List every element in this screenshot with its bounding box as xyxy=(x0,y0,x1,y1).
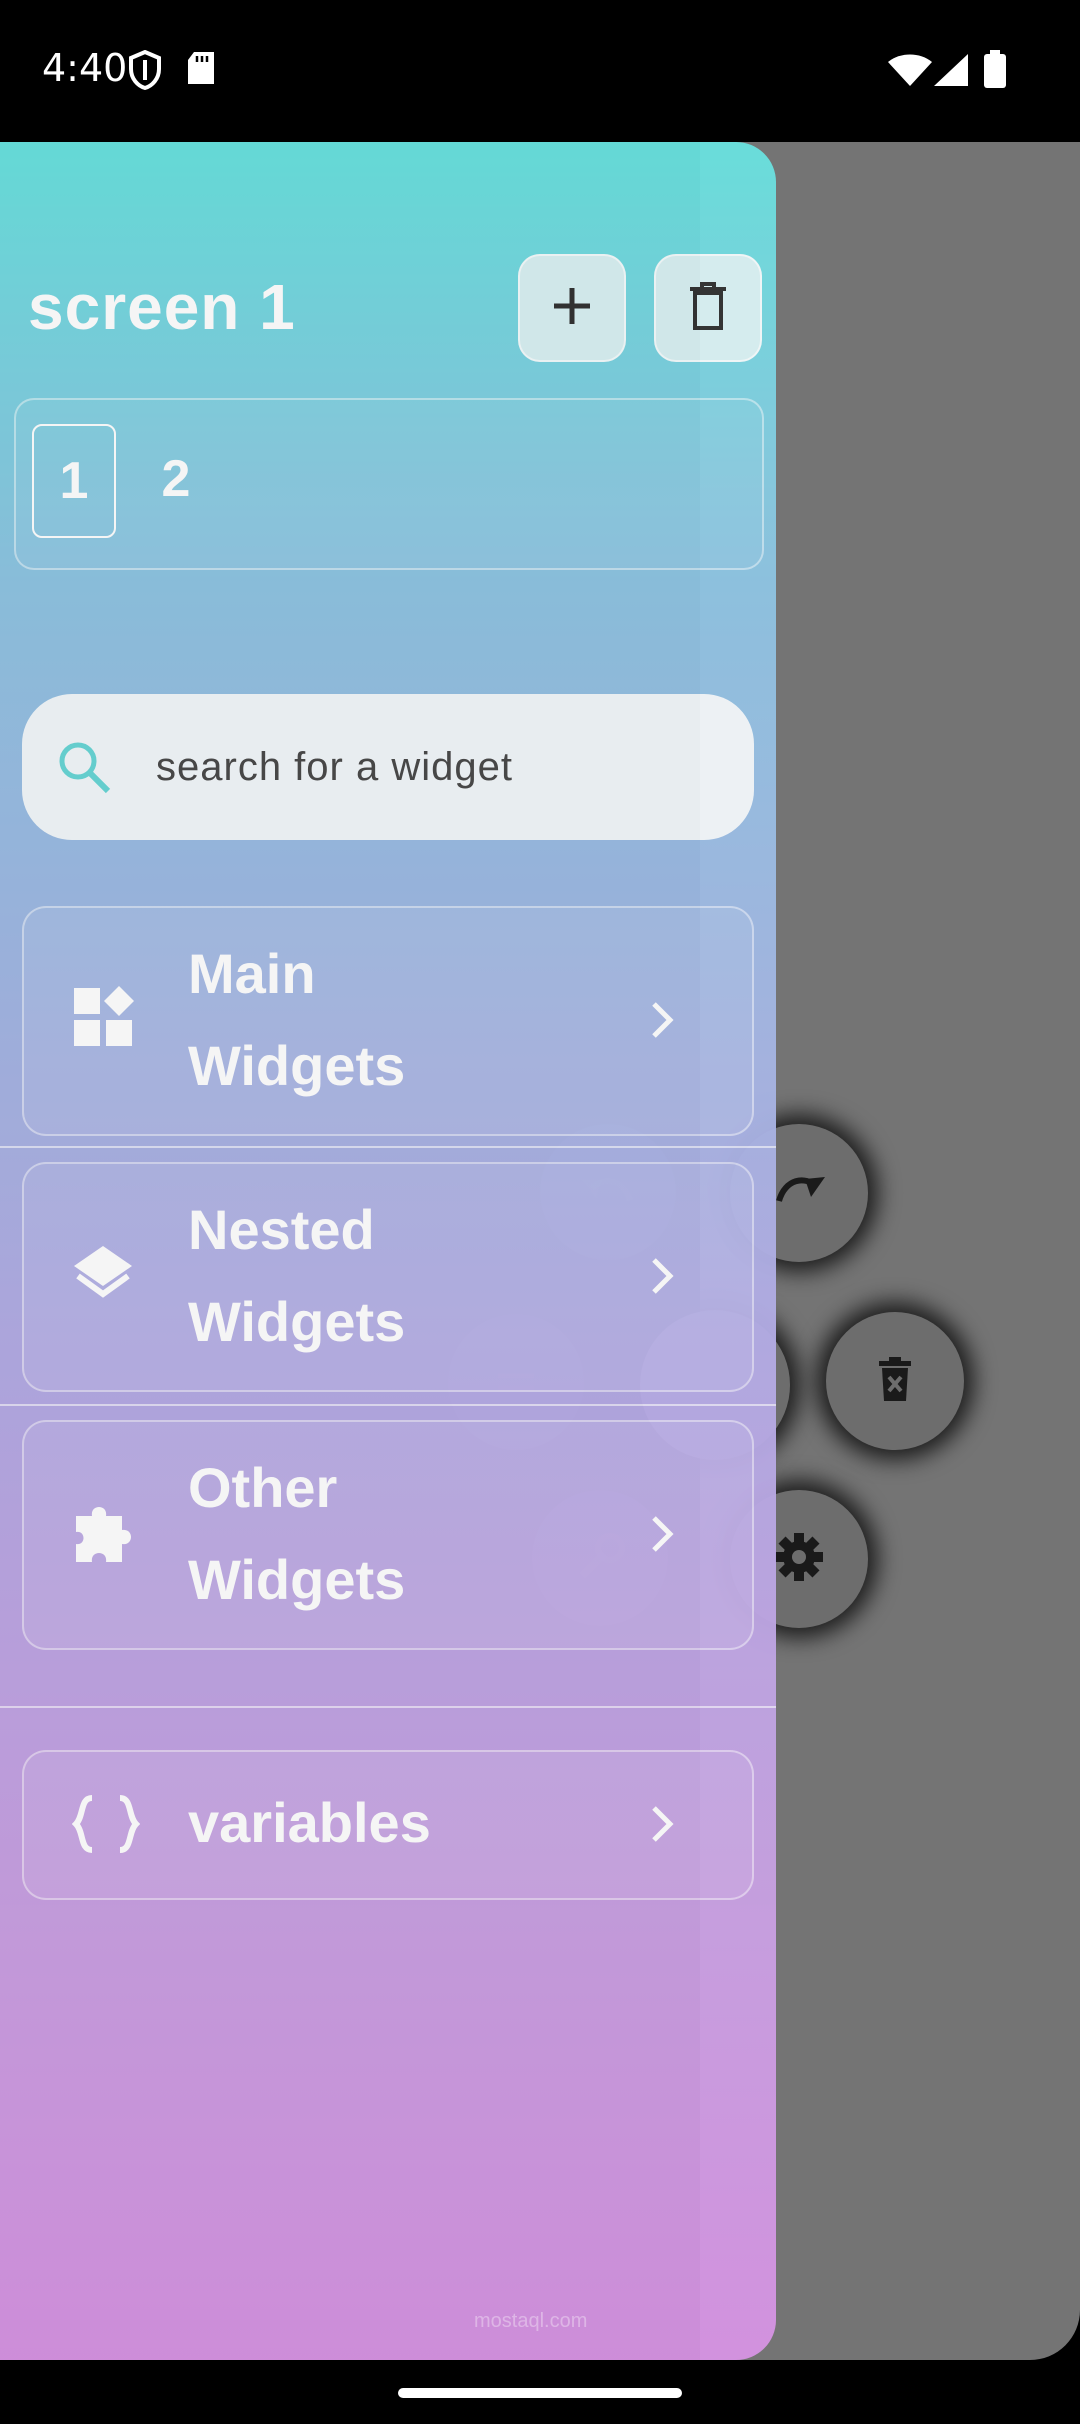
divider xyxy=(0,1146,776,1148)
delete-widget-icon xyxy=(877,1356,913,1406)
page-chip-1[interactable]: 1 xyxy=(32,424,116,538)
puzzle-icon xyxy=(72,1500,138,1571)
wifi-icon xyxy=(888,54,932,91)
battery-icon xyxy=(984,50,1006,93)
status-time: 4:40 xyxy=(42,46,128,90)
divider xyxy=(0,1404,776,1406)
status-bar: 4:40 xyxy=(0,0,1080,142)
dashboard-icon xyxy=(72,986,134,1053)
shield-icon xyxy=(128,49,162,95)
trash-icon xyxy=(688,281,728,336)
chevron-right-icon xyxy=(650,1514,674,1559)
watermark: mostaql.com xyxy=(474,2310,588,2332)
add-screen-button[interactable] xyxy=(518,254,626,362)
home-handle[interactable] xyxy=(398,2388,682,2398)
signal-icon xyxy=(934,54,968,91)
sd-card-icon xyxy=(186,50,216,91)
variables-button[interactable]: variables xyxy=(22,1750,754,1900)
page-chip-2[interactable]: 2 xyxy=(136,424,216,534)
redo-icon xyxy=(771,1171,827,1216)
widget-drawer: screen 1 1 2 MainWidgets Neste xyxy=(0,142,776,2360)
delete-widget-button[interactable] xyxy=(826,1312,964,1450)
braces-icon xyxy=(71,1794,141,1859)
plus-icon xyxy=(550,284,594,333)
chevron-right-icon xyxy=(650,1256,674,1301)
category-nested-widgets[interactable]: Nested Widgets xyxy=(22,1162,754,1392)
category-label: Main Widgets xyxy=(188,942,406,1097)
delete-screen-button[interactable] xyxy=(654,254,762,362)
category-main-widgets[interactable]: Main Widgets xyxy=(22,906,754,1136)
search-input[interactable] xyxy=(154,743,718,791)
layers-icon xyxy=(72,1242,134,1309)
widget-search-bar[interactable] xyxy=(22,694,754,840)
page-selector: 1 2 xyxy=(14,398,764,570)
settings-icon xyxy=(773,1531,825,1588)
category-label: Nested Widgets xyxy=(188,1198,406,1353)
chevron-right-icon xyxy=(650,1000,674,1045)
category-label: Other Widgets xyxy=(188,1456,406,1611)
chevron-right-icon xyxy=(650,1804,674,1849)
navigation-bar xyxy=(0,2360,1080,2424)
screen-title: screen 1 xyxy=(28,271,296,343)
search-icon xyxy=(54,737,114,797)
divider xyxy=(0,1706,776,1708)
variables-label: variables xyxy=(188,1791,431,1854)
category-other-widgets[interactable]: Other Widgets xyxy=(22,1420,754,1650)
